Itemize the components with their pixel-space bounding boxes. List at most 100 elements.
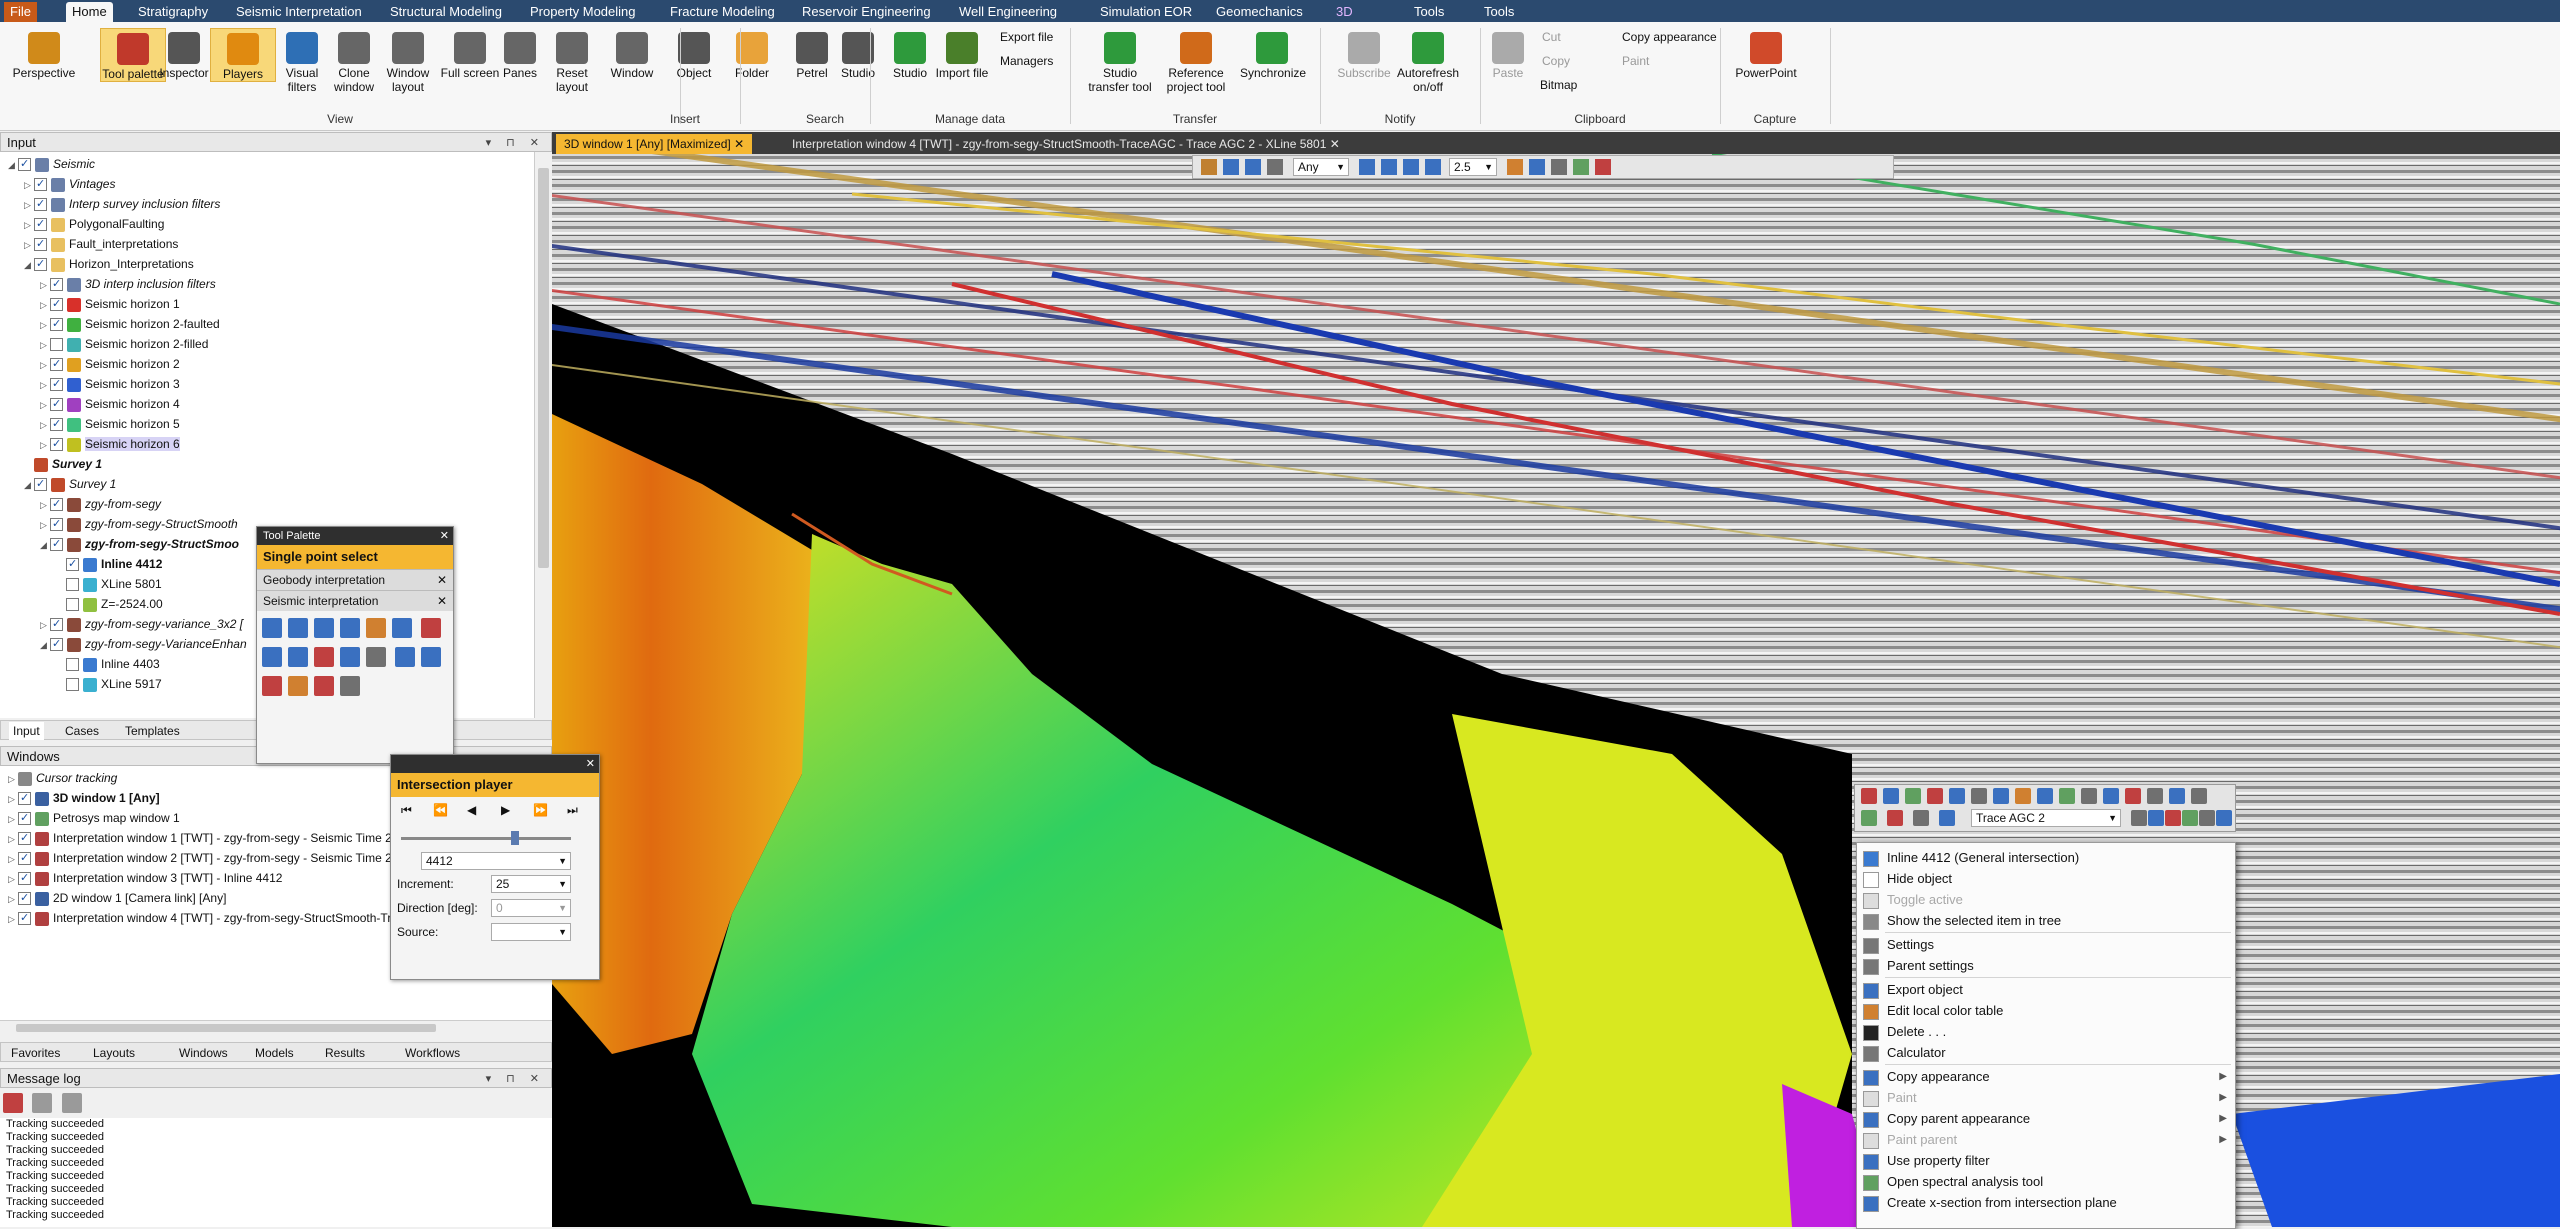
- tree-item[interactable]: ▷ zgy-from-segy-variance_3x2 [: [40, 614, 243, 634]
- expand-toggle-icon[interactable]: ▷: [40, 335, 50, 355]
- tree-item[interactable]: ▷ Seismic horizon 6: [40, 434, 180, 454]
- visibility-checkbox[interactable]: [50, 394, 63, 414]
- window-item[interactable]: ▷ Interpretation window 4 [TWT] - zgy-fro…: [8, 908, 391, 928]
- visibility-checkbox[interactable]: [18, 154, 31, 174]
- import-file-button[interactable]: Import file: [930, 28, 994, 80]
- measure-icon[interactable]: [1267, 159, 1283, 175]
- domain-dropdown[interactable]: Any ▼: [1293, 158, 1349, 176]
- panel-tab[interactable]: Cases: [61, 722, 103, 740]
- context-menu-item[interactable]: Parent settings: [1857, 955, 2235, 976]
- source-field[interactable]: ▼: [491, 923, 571, 941]
- ribbon-tab[interactable]: Tools: [1478, 2, 1520, 22]
- document-tab[interactable]: Interpretation window 4 [TWT] - zgy-from…: [784, 134, 1348, 154]
- context-tool-icon[interactable]: [2103, 788, 2119, 804]
- inspector-button[interactable]: Inspector: [152, 28, 216, 80]
- reset-layout-button[interactable]: Reset layout: [540, 28, 604, 94]
- visibility-checkbox[interactable]: [50, 494, 63, 514]
- manual-icon[interactable]: [340, 618, 360, 638]
- eraser-icon[interactable]: [421, 618, 442, 638]
- tree-item[interactable]: ▷ zgy-from-segy: [40, 494, 161, 514]
- step-back-icon[interactable]: ⏪: [433, 803, 448, 817]
- visibility-checkbox[interactable]: [18, 888, 31, 908]
- context-tool-icon[interactable]: [1993, 788, 2009, 804]
- delete-icon[interactable]: [314, 647, 334, 667]
- window-layout-button[interactable]: Window layout: [376, 28, 440, 94]
- tree-item[interactable]: ▷ zgy-from-segy-StructSmooth: [40, 514, 238, 534]
- ribbon-tab[interactable]: File: [4, 2, 37, 22]
- ribbon-tab[interactable]: Reservoir Engineering: [796, 2, 937, 22]
- visibility-checkbox[interactable]: [50, 514, 63, 534]
- tree-item[interactable]: ▷ Vintages: [24, 174, 115, 194]
- expand-toggle-icon[interactable]: ◢: [24, 475, 34, 495]
- close-icon[interactable]: ✕: [586, 755, 595, 773]
- paste-button[interactable]: Paste: [1476, 28, 1540, 80]
- window-item[interactable]: ▷ Interpretation window 3 [TWT] - Inline …: [8, 868, 282, 888]
- line-select[interactable]: 4412 ▼: [421, 852, 571, 870]
- record-icon[interactable]: [1595, 159, 1611, 175]
- expand-toggle-icon[interactable]: ▷: [40, 315, 50, 335]
- geobody-section[interactable]: Geobody interpretation ✕: [257, 569, 453, 590]
- context-tool-icon[interactable]: [2131, 810, 2147, 826]
- context-tool-icon[interactable]: [2125, 788, 2141, 804]
- paint-button[interactable]: Paint: [1622, 54, 1649, 68]
- visibility-checkbox[interactable]: [34, 194, 47, 214]
- seeded-2d-icon[interactable]: [314, 618, 334, 638]
- expand-toggle-icon[interactable]: ▷: [24, 215, 34, 235]
- visibility-checkbox[interactable]: [50, 434, 63, 454]
- players-button[interactable]: Players: [210, 28, 276, 82]
- expand-toggle-icon[interactable]: ▷: [40, 395, 50, 415]
- context-menu-item[interactable]: Copy appearance ▶: [1857, 1066, 2235, 1087]
- z-scale-field[interactable]: 2.5 ▼: [1449, 158, 1497, 176]
- tree-item[interactable]: ▷ Interp survey inclusion filters: [24, 194, 220, 214]
- visibility-checkbox[interactable]: [50, 314, 63, 334]
- context-tool-icon[interactable]: [2081, 788, 2097, 804]
- context-tool-icon[interactable]: [2015, 788, 2031, 804]
- selected-tool[interactable]: Single point select: [257, 545, 453, 569]
- context-menu-item[interactable]: Copy parent appearance ▶: [1857, 1108, 2235, 1129]
- visibility-checkbox[interactable]: [66, 678, 79, 692]
- tree-item[interactable]: ◢ Seismic: [8, 154, 95, 174]
- visibility-checkbox[interactable]: [66, 554, 79, 574]
- copy-button[interactable]: Copy: [1542, 54, 1570, 68]
- axis-icon[interactable]: [1529, 159, 1545, 175]
- visibility-checkbox[interactable]: [50, 634, 63, 654]
- close-section-icon[interactable]: ✕: [437, 570, 447, 590]
- ribbon-tab[interactable]: 3D: [1330, 2, 1359, 22]
- folder-button[interactable]: Folder: [720, 28, 784, 80]
- expand-toggle-icon[interactable]: ▷: [24, 195, 34, 215]
- visibility-checkbox[interactable]: [18, 808, 31, 828]
- tree-item[interactable]: Inline 4412: [56, 554, 162, 574]
- panel-tab[interactable]: Favorites: [7, 1044, 64, 1062]
- context-tool-icon[interactable]: [2147, 788, 2163, 804]
- tree-item[interactable]: Inline 4403: [56, 654, 160, 674]
- expand-toggle-icon[interactable]: ▷: [8, 849, 18, 869]
- window-item[interactable]: ▷ Cursor tracking: [8, 768, 117, 788]
- context-menu-item[interactable]: Paint ▶: [1857, 1087, 2235, 1108]
- snap-icon[interactable]: [340, 647, 360, 667]
- visibility-checkbox[interactable]: [18, 868, 31, 888]
- input-tree-scrollbar[interactable]: [534, 152, 553, 718]
- expand-toggle-icon[interactable]: ▷: [40, 295, 50, 315]
- clear-log-icon[interactable]: [3, 1093, 23, 1113]
- ribbon-tab[interactable]: Structural Modeling: [384, 2, 508, 22]
- visibility-checkbox[interactable]: [50, 374, 63, 394]
- message-log-controls[interactable]: ▾ ⊓ ✕: [486, 1069, 545, 1089]
- managers-button[interactable]: Managers: [1000, 54, 1053, 68]
- copy-log-icon[interactable]: [32, 1093, 53, 1113]
- ribbon-tab[interactable]: Geomechanics: [1210, 2, 1309, 22]
- tree-item[interactable]: ▷ Seismic horizon 1: [40, 294, 180, 314]
- undo-icon[interactable]: [395, 647, 416, 667]
- tree-item[interactable]: ▷ Seismic horizon 4: [40, 394, 180, 414]
- window-item[interactable]: ▷ Interpretation window 2 [TWT] - zgy-fro…: [8, 848, 392, 868]
- cut-button[interactable]: Cut: [1542, 30, 1561, 44]
- expand-toggle-icon[interactable]: ◢: [8, 155, 18, 175]
- window-item[interactable]: ▷ 2D window 1 [Camera link] [Any]: [8, 888, 226, 908]
- visibility-checkbox[interactable]: [66, 598, 79, 612]
- ribbon-tab[interactable]: Seismic Interpretation: [230, 2, 368, 22]
- context-tool-icon[interactable]: [2165, 810, 2181, 826]
- expand-toggle-icon[interactable]: ▷: [40, 435, 50, 455]
- visibility-checkbox[interactable]: [50, 274, 63, 294]
- tree-item[interactable]: ◢ Horizon_Interpretations: [24, 254, 194, 274]
- guided-autotrack-icon[interactable]: [288, 618, 308, 638]
- context-menu-item[interactable]: Toggle active: [1857, 889, 2235, 910]
